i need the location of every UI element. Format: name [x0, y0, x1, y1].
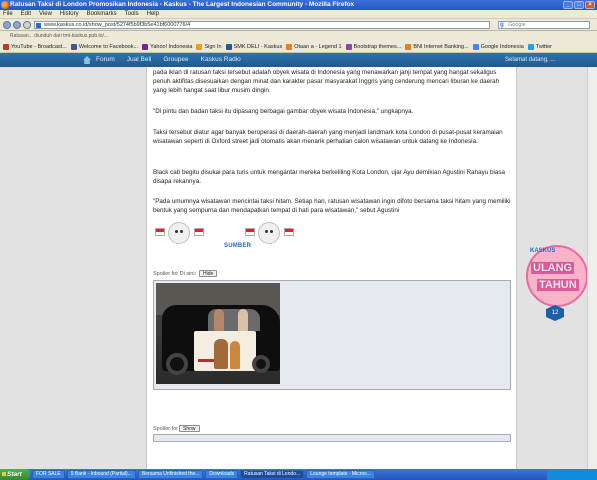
- minimize-button[interactable]: _: [563, 1, 573, 9]
- bootstrap-icon: [345, 44, 352, 50]
- welcome-text[interactable]: Selamat datang, ...: [505, 53, 555, 67]
- vertical-scrollbar[interactable]: [587, 67, 597, 469]
- site-favicon-icon: [36, 23, 41, 28]
- facebook-icon: [70, 44, 77, 50]
- signin-icon: [196, 44, 203, 50]
- bookmark-item[interactable]: Bootstrap themes...: [345, 42, 401, 52]
- smiley-icon: [258, 222, 280, 244]
- window-title: Ratusan Taksi di London Promosikan Indon…: [10, 1, 355, 8]
- smiley-icon: [168, 222, 190, 244]
- spoiler-label: Spoiler for Di sini:: [153, 271, 197, 277]
- flag-icon: [155, 228, 165, 236]
- start-button[interactable]: Start: [0, 469, 30, 480]
- widget-number: 12: [546, 305, 564, 321]
- spoiler-content-collapsed: [153, 434, 511, 442]
- taskbar-task[interactable]: FOR SALE: [32, 470, 65, 479]
- bookmark-item[interactable]: Yahoo! Indonesia: [142, 42, 192, 52]
- widget-line2: TAHUN: [537, 279, 579, 291]
- page-icon: [286, 44, 293, 50]
- google-icon: [472, 44, 479, 50]
- post-content: pada iklan di ratusan taksi tersebut ada…: [146, 67, 517, 469]
- menu-history[interactable]: History: [60, 10, 79, 18]
- left-margin: [0, 67, 146, 469]
- bookmark-item[interactable]: Welcome to Facebook...: [70, 42, 138, 52]
- tab-strip-text: Ratusan... diunduh dari tmt-kaskus.pub.t…: [10, 33, 109, 39]
- kaskus-anniversary-widget[interactable]: KASKUS ULANG TAHUN 12: [526, 245, 592, 330]
- google-search-icon: g: [500, 22, 504, 28]
- menu-view[interactable]: View: [39, 10, 52, 18]
- bookmark-item[interactable]: Twitter: [527, 42, 552, 52]
- navigation-toolbar: www.kaskus.co.id/show_post/5274f5b9f3b5e…: [0, 19, 597, 31]
- sumber-link[interactable]: SUMBER: [224, 243, 251, 249]
- nav-jual-beli[interactable]: Jual Beli: [127, 53, 152, 67]
- menu-file[interactable]: File: [3, 10, 13, 18]
- bni-icon: [405, 44, 412, 50]
- taskbar-tasks: FOR SALE 9 Bank - Inbound (Partial)... B…: [32, 470, 375, 479]
- taskbar: Start FOR SALE 9 Bank - Inbound (Partial…: [0, 469, 597, 480]
- flag-icon: [194, 228, 204, 236]
- taskbar-task-active[interactable]: Ratusan Taksi di Londo...: [240, 470, 305, 479]
- bookmark-item[interactable]: Otaan a - Legend 1: [286, 42, 342, 52]
- close-button[interactable]: ×: [585, 1, 595, 9]
- bookmark-item[interactable]: Sign In: [196, 42, 222, 52]
- back-icon[interactable]: [3, 21, 11, 29]
- flag-icon: [284, 228, 294, 236]
- nav-groupee[interactable]: Groupee: [163, 53, 188, 67]
- menu-bookmarks[interactable]: Bookmarks: [87, 10, 117, 18]
- search-input[interactable]: g Google: [498, 21, 590, 29]
- youtube-icon: [3, 44, 9, 50]
- menu-edit[interactable]: Edit: [21, 10, 31, 18]
- bookmark-item[interactable]: YouTube - Broadcast...: [3, 42, 67, 52]
- address-bar[interactable]: www.kaskus.co.id/show_post/5274f5b9f3b5e…: [34, 21, 490, 29]
- taskbar-task[interactable]: Downloads: [205, 470, 239, 479]
- window-controls: _ □ ×: [563, 1, 595, 9]
- home-icon[interactable]: [83, 56, 91, 64]
- article-paragraph: pada iklan di ratusan taksi tersebut ada…: [153, 69, 500, 95]
- widget-brand: KASKUS: [530, 248, 556, 254]
- twitter-icon: [527, 44, 534, 50]
- spoiler-show-button[interactable]: Show: [179, 425, 200, 432]
- menu-bar: File Edit View History Bookmarks Tools H…: [0, 10, 597, 19]
- bookmark-item[interactable]: BNI Internet Banking...: [405, 42, 469, 52]
- flag-icon: [245, 228, 255, 236]
- bookmark-item[interactable]: SMK DELI - Kaskus: [225, 42, 282, 52]
- kaskus-icon: [225, 44, 232, 50]
- firefox-icon: [1, 1, 9, 9]
- taskbar-task[interactable]: 9 Bank - Inbound (Partial)...: [66, 470, 136, 479]
- reload-icon[interactable]: [23, 21, 31, 29]
- article-paragraph: "Di pintu dan badan taksi itu dipasang b…: [153, 108, 414, 115]
- maximize-button[interactable]: □: [574, 1, 584, 9]
- taskbar-task[interactable]: Bersama Unfinished the...: [137, 470, 204, 479]
- site-nav: Forum Jual Beli Groupee Kaskus Radio: [96, 53, 241, 67]
- forward-icon[interactable]: [13, 21, 21, 29]
- taskbar-task[interactable]: Lounge template - Micros...: [306, 470, 375, 479]
- nav-kaskus-radio[interactable]: Kaskus Radio: [201, 53, 241, 67]
- menu-help[interactable]: Help: [147, 10, 159, 18]
- site-header: Forum Jual Beli Groupee Kaskus Radio Sel…: [0, 53, 597, 67]
- tab-strip: Ratusan... diunduh dari tmt-kaskus.pub.t…: [0, 31, 597, 42]
- taxi-photo: [156, 283, 280, 384]
- article-paragraph: Black cab begitu disukai para turis untu…: [153, 169, 506, 186]
- yahoo-icon: [142, 44, 149, 50]
- system-tray: [547, 469, 597, 480]
- spoiler-hide-button[interactable]: Hide: [199, 270, 218, 277]
- address-bar-text: www.kaskus.co.id/show_post/5274f5b9f3b5e…: [44, 22, 191, 28]
- bookmark-item[interactable]: Google Indonesia: [472, 42, 524, 52]
- search-placeholder: Google: [508, 22, 526, 28]
- window-titlebar: Ratusan Taksi di London Promosikan Indon…: [0, 0, 597, 10]
- spoiler-content: [153, 280, 511, 390]
- nav-forum[interactable]: Forum: [96, 53, 115, 67]
- spoiler-label: Spoiler for: [153, 426, 179, 432]
- menu-tools[interactable]: Tools: [125, 10, 139, 18]
- bookmarks-toolbar: YouTube - Broadcast... Welcome to Facebo…: [0, 42, 597, 53]
- article-paragraph: "Pada umumnya wisatawan mencintai taksi …: [153, 198, 511, 215]
- widget-line1: ULANG: [531, 262, 575, 274]
- article-paragraph: Taksi tersebut diatur agar banyak berope…: [153, 129, 503, 146]
